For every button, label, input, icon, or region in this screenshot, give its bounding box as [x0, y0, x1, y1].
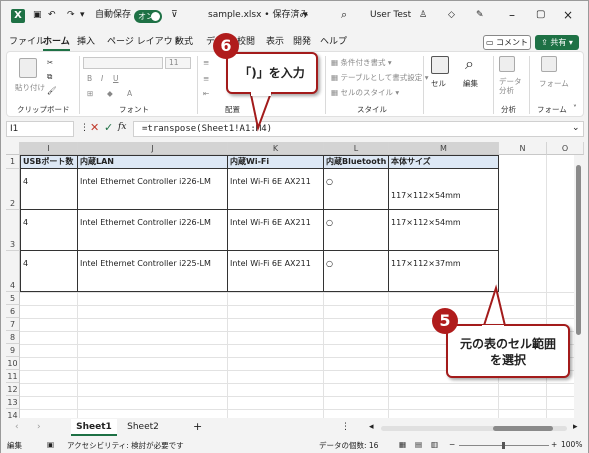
callout-step-5-line1: 元の表のセル範囲 — [459, 337, 556, 351]
callout-step-5: 元の表のセル範囲 を選択 — [446, 324, 570, 378]
callout-6-joint — [251, 92, 271, 96]
callout-step-5-line2: を選択 — [489, 353, 526, 367]
step-5-badge: 5 — [432, 308, 458, 334]
callout-5-joint — [482, 325, 504, 329]
callout-step-6-text: 「)」を入力 — [239, 66, 305, 80]
callout-step-6: 「)」を入力 — [226, 52, 318, 94]
step-6-badge: 6 — [213, 33, 239, 59]
